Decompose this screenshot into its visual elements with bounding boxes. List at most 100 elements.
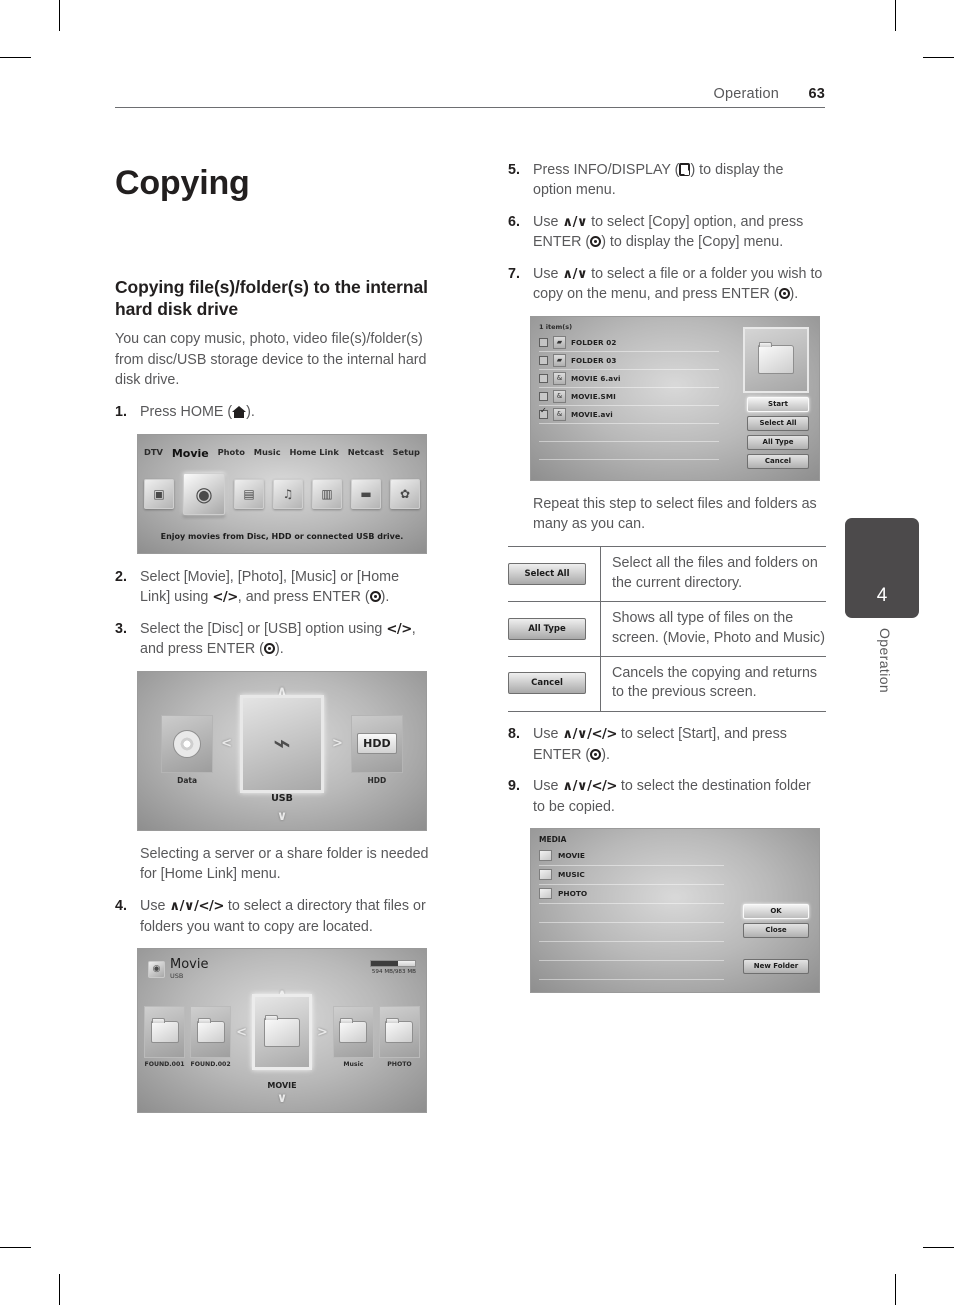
intro-paragraph: You can copy music, photo, video file(s)… [115,331,427,389]
browser-subtitle: USB [170,972,184,981]
step-3-text-before: Select the [Disc] or [USB] option using [140,620,387,637]
info-display-icon [679,163,691,176]
source-select-row: Data < ⌁ > HDD HDD [148,694,416,793]
browser-folder-photo: PHOTO [378,1006,420,1068]
capacity-bar [370,960,416,968]
page-number: 63 [808,86,825,102]
destination-empty-row [539,923,724,942]
copy-menu-row[interactable]: ▰ FOLDER 03 [539,352,719,370]
copy-menu-row-selected[interactable]: & MOVIE.avi [539,406,719,424]
folder-icon [539,869,552,881]
crop-mark-bottom-left-vertical [59,1274,60,1305]
table-row: All Type Shows all type of files on the … [508,601,826,657]
chapter-tab-label-wrap: Operation [845,626,919,736]
destination-row[interactable]: MOVIE [539,847,724,866]
destination-row-label: PHOTO [558,889,588,899]
cancel-button[interactable]: Cancel [747,453,809,469]
checkbox-checked[interactable] [539,407,548,419]
netcast-icon-glyph: ▬ [360,486,372,501]
browser-folder-photo-label: PHOTO [387,1061,412,1069]
all-type-button[interactable]: All Type [508,617,586,640]
folder-icon: ▰ [553,335,566,349]
home-menu-label-music: Music [253,446,281,457]
step-2-key: </> [212,589,238,605]
step-9-key: ∧/∨/</> [562,778,617,794]
home-link-icon: ▥ [312,478,342,509]
step-2-text-mid: , and press ENTER ( [237,588,370,605]
page-title: Copying [115,164,250,202]
select-all-button[interactable]: Select All [747,415,809,431]
step-3-key: </> [386,621,412,637]
folder-icon [758,342,794,375]
browser-header: ◉ Movie USB [148,958,208,980]
destination-row[interactable]: MUSIC [539,866,724,885]
step-3-text-after: ). [274,641,284,658]
destination-row[interactable]: PHOTO [539,885,724,904]
home-menu-icons: ▣ ◉ ▤ ♫ ▥ ▬ ✿ [144,472,420,515]
repeat-note: Repeat this step to select files and fol… [533,495,817,532]
checkbox[interactable] [539,355,548,365]
folder-icon [264,1014,300,1047]
home-menu-label-setup: Setup [392,446,420,457]
source-item-data: Data [161,714,214,785]
step-3: 3. Select the [Disc] or [USB] option usin… [115,619,433,660]
checkbox[interactable] [539,391,548,401]
copy-menu-item-count: 1 item(s) [539,322,573,331]
home-menu-labels: DTV Movie Photo Music Home Link Netcast … [144,447,420,460]
all-type-button[interactable]: All Type [747,434,809,450]
source-item-hdd: HDD HDD [350,714,403,785]
select-all-button[interactable]: Select All [508,562,586,585]
enter-icon [590,236,602,248]
netcast-icon: ▬ [351,478,381,509]
copy-menu-row[interactable]: ▰ FOLDER 02 [539,334,719,352]
browser-folder-music: Music [332,1006,374,1068]
step-8-text-before: Use [533,725,563,742]
browser-folder-movie-label: MOVIE [267,1081,297,1091]
table-row: Cancel Cancels the copying and returns t… [508,656,826,712]
step-8: 8. Use ∧/∨/</> to select [Start], and pre… [508,724,826,765]
ok-button[interactable]: OK [743,903,809,919]
step-4: 4. Use ∧/∨/</> to select a directory that… [115,896,433,937]
new-folder-button[interactable]: New Folder [743,958,809,974]
crop-mark-bottom-right-vertical [895,1274,896,1305]
music-note-icon: ♫ [273,478,303,509]
step-4-number: 4. [115,898,127,915]
movie-file-icon: & [553,371,566,385]
source-item-hdd-label: HDD [367,775,387,785]
table-cell-button: Cancel [508,656,601,712]
copy-menu-empty-row [539,442,719,460]
copy-menu-row[interactable]: & MOVIE.SMI [539,388,719,406]
destination-folder-list: MOVIE MUSIC PHOTO [539,847,724,980]
home-menu-label-home-link: Home Link [289,446,339,457]
film-reel-icon-glyph: ◉ [195,481,213,506]
movie-file-icon: & [553,407,566,421]
step-9-text-before: Use [533,777,563,794]
steps-list-right-2: 8. Use ∧/∨/</> to select [Start], and pre… [508,724,826,817]
crop-mark-top-right-horizontal [923,57,954,58]
capacity-text: 594 MB/983 MB [371,969,416,976]
home-link-note: Selecting a server or a share folder is … [140,845,429,883]
copy-menu-row[interactable]: & MOVIE 6.avi [539,370,719,388]
step-7-key: ∧/∨ [562,266,588,282]
step-8-number: 8. [508,725,520,742]
table-row: Select All Select all the files and fold… [508,546,826,602]
step-9: 9. Use ∧/∨/</> to select the destination … [508,776,826,817]
step-6-text-before: Use [533,213,563,230]
home-menu-label-photo: Photo [217,446,245,457]
checkbox[interactable] [539,373,548,383]
folder-icon [539,850,552,862]
folder-icon [339,1018,368,1044]
chapter-tab-number: 4 [876,585,888,606]
close-button[interactable]: Close [743,922,809,938]
checkbox[interactable] [539,337,548,347]
folder-icon [196,1018,225,1044]
copy-menu-buttons: Start Select All All Type Cancel [747,396,809,469]
cancel-button[interactable]: Cancel [508,672,586,695]
usb-icon: ⌁ [272,725,292,761]
step-2-number: 2. [115,568,127,585]
copy-menu-row-label: MOVIE 6.avi [571,373,621,383]
step-7-text-before: Use [533,265,563,282]
destination-empty-row [539,961,724,980]
start-button[interactable]: Start [747,396,809,412]
source-item-usb: ⌁ [240,694,324,793]
